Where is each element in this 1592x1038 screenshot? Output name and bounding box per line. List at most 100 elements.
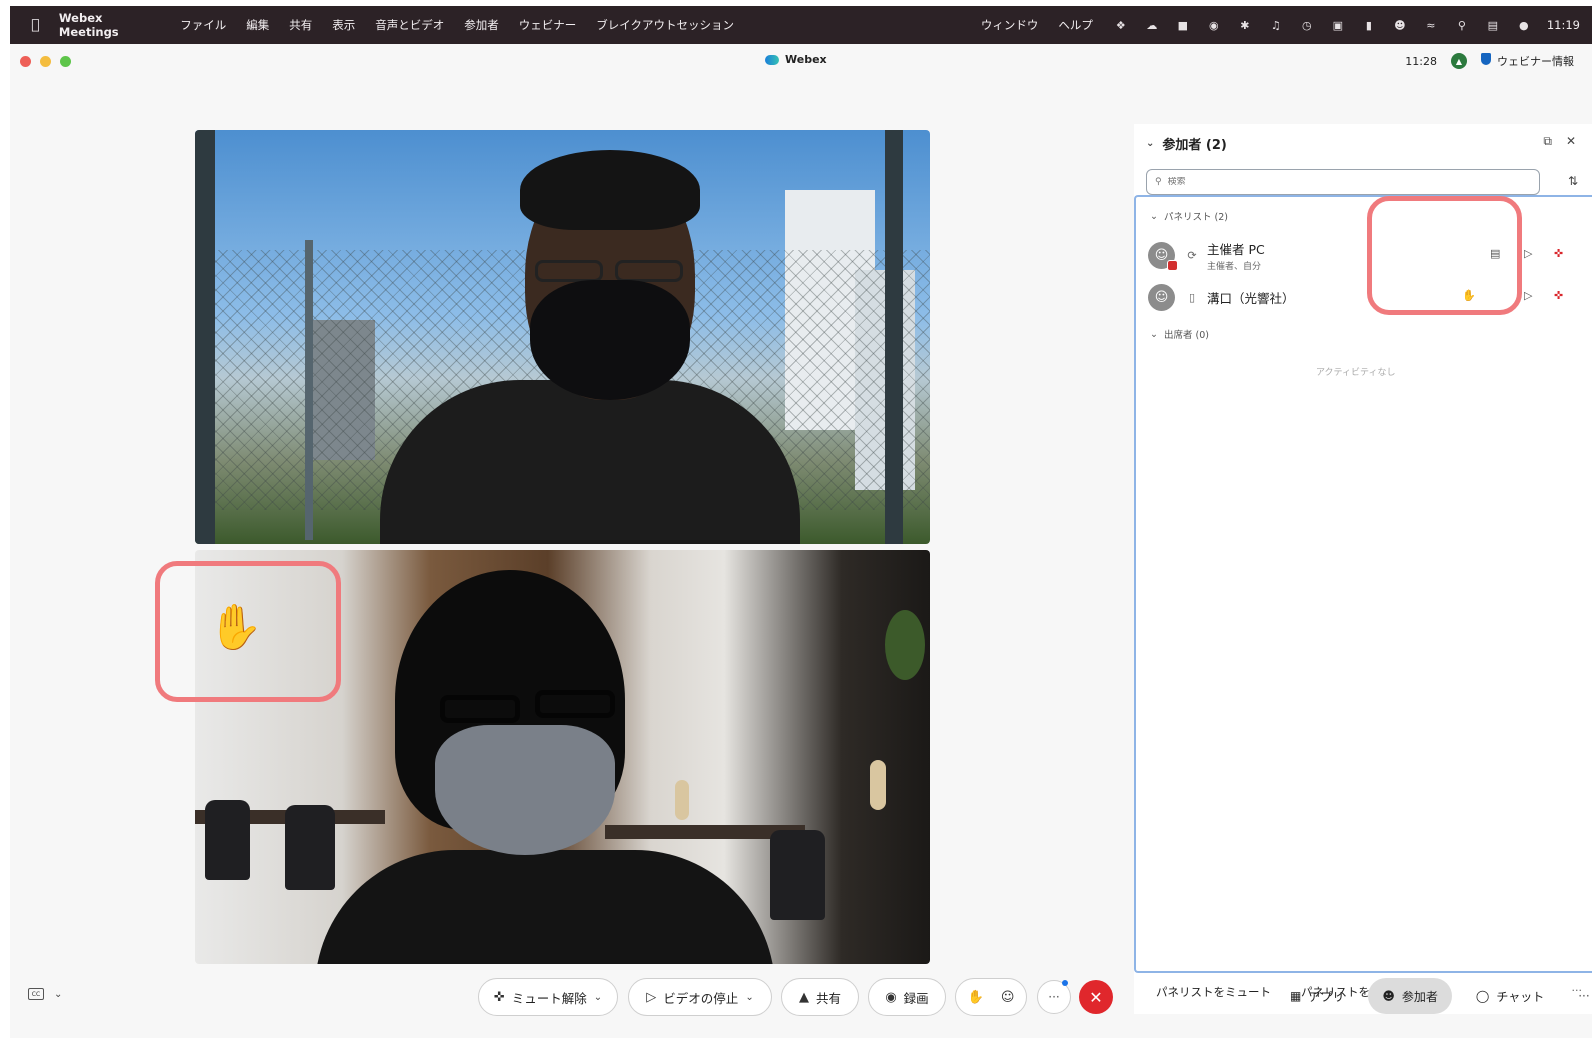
apps-button[interactable]: ▦ アプリ (1276, 978, 1358, 1014)
window-controls (20, 55, 71, 67)
window-title: Webex (765, 53, 827, 66)
menu-window[interactable]: ウィンドウ (981, 17, 1039, 33)
window-frame (195, 130, 215, 544)
more-panels-button[interactable]: ··· (1578, 989, 1589, 1003)
spotlight-icon[interactable]: ⚲ (1454, 17, 1470, 33)
attendees-group-header[interactable]: ⌄ 出席者 (0) (1150, 327, 1209, 342)
webinar-info-label: ウェビナー情報 (1497, 55, 1574, 68)
apps-label: アプリ (1308, 989, 1345, 1004)
participants-panel: ⌄ 参加者 (2) ⧉ ✕ ⚲ ⇅ ⌄ パネリスト (2) ☺ ⟳ (1134, 124, 1592, 1014)
mute-speaker-icon[interactable]: ♫ (1268, 17, 1284, 33)
unmute-button[interactable]: ✜ ミュート解除 ⌄ (478, 978, 618, 1016)
battery-icon[interactable]: ▮ (1361, 17, 1377, 33)
zoom-window-button[interactable] (60, 55, 71, 67)
menu-file[interactable]: ファイル (180, 17, 226, 33)
menu-app-name[interactable]: Webex Meetings (59, 11, 160, 39)
network-signal-icon[interactable]: ▲ (1451, 53, 1467, 69)
panel-actions: ⧉ ✕ (1543, 134, 1576, 149)
stop-video-label: ビデオの停止 (663, 990, 739, 1006)
mic-muted-icon[interactable]: ✜ (1554, 289, 1563, 302)
captions-button[interactable]: CC ⌄ (28, 988, 62, 1000)
bluetooth-icon[interactable]: ✱ (1237, 17, 1253, 33)
creative-cloud-icon[interactable]: ☁ (1144, 17, 1160, 33)
emoji-reaction-icon[interactable]: ☺ (1001, 990, 1015, 1005)
menu-audio-video[interactable]: 音声とビデオ (375, 17, 444, 33)
share-label: 共有 (815, 990, 841, 1006)
time-machine-icon[interactable]: ◷ (1299, 17, 1315, 33)
share-screen-icon: ▲ (798, 989, 809, 1005)
room-chair (205, 800, 250, 880)
wifi-icon[interactable]: ≈ (1423, 17, 1439, 33)
panelists-group-header[interactable]: ⌄ パネリスト (2) (1150, 209, 1228, 224)
title-right-area: 11:28 ▲ ウェビナー情報 (1405, 53, 1574, 69)
more-label: ··· (1048, 990, 1060, 1004)
chevron-down-icon: ⌄ (1150, 328, 1158, 340)
notification-icon[interactable]: ■ (1175, 17, 1191, 33)
person-body (315, 850, 775, 964)
line-icon[interactable]: ◉ (1206, 17, 1222, 33)
participant-list: ⌄ パネリスト (2) ☺ ⟳ 主催者 PC 主催者、自分 ▤ ▷ ✜ ☺ ▯ … (1134, 195, 1592, 973)
participant-role: 主催者、自分 (1207, 261, 1262, 272)
record-button[interactable]: ◉ 録画 (868, 978, 946, 1016)
avatar: ☺ (1148, 283, 1175, 311)
menu-view[interactable]: 表示 (332, 17, 355, 33)
meeting-time: 11:28 (1405, 54, 1437, 68)
person-body (380, 380, 800, 544)
participants-button[interactable]: ☻ 参加者 (1368, 978, 1452, 1014)
video-tile-host[interactable] (195, 130, 930, 544)
chevron-down-icon[interactable]: ⌄ (1146, 138, 1154, 149)
webinar-info-link[interactable]: ウェビナー情報 (1481, 53, 1574, 69)
user-icon[interactable]: ☻ (1392, 17, 1408, 33)
avatar: ☺ (1148, 241, 1178, 271)
apple-icon[interactable]:  (26, 17, 45, 33)
siri-icon[interactable]: ● (1516, 17, 1532, 33)
share-button[interactable]: ▲ 共有 (781, 978, 859, 1016)
participant-name: 主催者 PC (1207, 241, 1265, 257)
menu-share[interactable]: 共有 (289, 17, 312, 33)
menu-breakout[interactable]: ブレイクアウトセッション (596, 17, 734, 33)
close-icon: ✕ (1089, 987, 1103, 1007)
chat-button[interactable]: ◯ チャット (1462, 978, 1558, 1014)
highlight-raised-hand (155, 561, 341, 702)
search-box[interactable]: ⚲ (1146, 169, 1540, 195)
raise-hand-icon[interactable]: ✋ (968, 990, 984, 1005)
room-lamp (870, 760, 886, 810)
minimize-window-button[interactable] (40, 55, 51, 67)
search-icon: ⚲ (1155, 177, 1162, 187)
close-window-button[interactable] (20, 55, 31, 67)
leave-meeting-button[interactable]: ✕ (1079, 980, 1113, 1014)
popout-icon[interactable]: ⧉ (1543, 134, 1552, 149)
webex-window: Webex 11:28 ▲ ウェビナー情報 ✋ ⌄ 参加者 (2) ⧉ ✕ ⚲ … (10, 44, 1592, 1038)
panel-title: 参加者 (2) (1162, 138, 1227, 153)
menu-webinar[interactable]: ウェビナー (519, 17, 577, 33)
control-center-icon[interactable]: ▤ (1485, 17, 1501, 33)
camera-icon: ▷ (1524, 289, 1533, 302)
close-icon[interactable]: ✕ (1566, 134, 1576, 149)
search-input[interactable] (1167, 177, 1508, 187)
menu-participants[interactable]: 参加者 (464, 17, 499, 33)
panelists-group-label: パネリスト (2) (1163, 212, 1228, 223)
host-badge-icon (1167, 259, 1178, 271)
menu-clock[interactable]: 11:19 (1547, 18, 1580, 32)
no-activity-note: アクティビティなし (1316, 368, 1396, 378)
stop-video-button[interactable]: ▷ ビデオの停止 ⌄ (628, 978, 772, 1016)
mic-muted-icon[interactable]: ✜ (1554, 247, 1563, 260)
person-glasses (535, 260, 603, 282)
input-method-icon[interactable]: ▣ (1330, 17, 1346, 33)
presenter-icon: ⟳ (1187, 248, 1197, 262)
menu-help[interactable]: ヘルプ (1058, 17, 1093, 33)
panel-header[interactable]: ⌄ 参加者 (2) (1146, 134, 1227, 153)
chat-bubble-icon: ◯ (1475, 989, 1490, 1003)
dropbox-icon[interactable]: ❖ (1113, 17, 1129, 33)
participant-name: 溝口（光響社） (1207, 290, 1295, 306)
chevron-down-icon: ⌄ (745, 991, 754, 1003)
sort-icon[interactable]: ⇅ (1568, 174, 1578, 188)
camera-icon: ▷ (1524, 247, 1533, 260)
person-icon: ☻ (1382, 989, 1395, 1003)
unmute-label: ミュート解除 (511, 990, 587, 1006)
menu-edit[interactable]: 編集 (246, 17, 269, 33)
participants-label: 参加者 (1401, 989, 1438, 1004)
chevron-down-icon: ⌄ (1150, 210, 1158, 222)
person-mask (435, 725, 615, 855)
control-bar: CC ⌄ ✜ ミュート解除 ⌄ ▷ ビデオの停止 ⌄ ▲ 共有 ◉ 録画 ✋ ☺… (10, 970, 1592, 1026)
